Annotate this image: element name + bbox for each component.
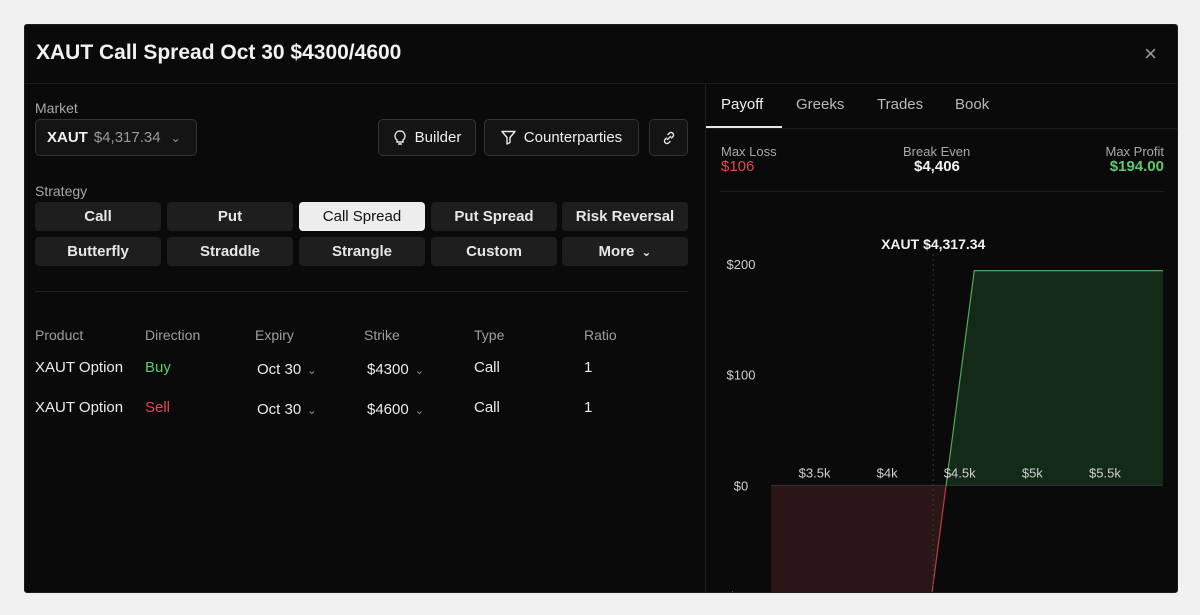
chevron-down-icon: ⌄ bbox=[307, 365, 317, 377]
header-direction: Direction bbox=[145, 327, 201, 343]
header-product: Product bbox=[35, 327, 84, 343]
strategy-put[interactable]: Put bbox=[167, 202, 293, 231]
copy-link-button[interactable] bbox=[649, 119, 688, 156]
filter-icon bbox=[501, 130, 516, 145]
strategy-call[interactable]: Call bbox=[35, 202, 161, 231]
market-label: Market bbox=[35, 100, 78, 116]
y-tick-label: -$100 bbox=[724, 589, 757, 592]
strategy-put-spread[interactable]: Put Spread bbox=[431, 202, 557, 231]
row2-expiry: Oct 30 bbox=[257, 401, 302, 418]
market-price: $4,317.34 bbox=[93, 129, 161, 146]
row1-expiry: Oct 30 bbox=[257, 361, 302, 378]
chevron-down-icon: ⌄ bbox=[414, 405, 424, 417]
row2-type: Call bbox=[474, 399, 500, 416]
row2-product: XAUT Option bbox=[35, 399, 124, 416]
builder-label: Builder bbox=[414, 129, 462, 146]
row1-product: XAUT Option bbox=[35, 359, 124, 376]
chevron-down-icon: ⌄ bbox=[170, 130, 181, 145]
header-expiry: Expiry bbox=[255, 327, 294, 343]
y-tick-label: $200 bbox=[727, 257, 756, 272]
divider bbox=[35, 291, 688, 292]
y-tick-label: $0 bbox=[734, 478, 748, 493]
row1-expiry-select[interactable]: Oct 30 ⌄ bbox=[257, 361, 316, 378]
counterparties-button[interactable]: Counterparties bbox=[484, 119, 639, 156]
row1-strike: $4300 bbox=[367, 361, 409, 378]
chevron-down-icon: ⌄ bbox=[414, 365, 424, 377]
row1-strike-select[interactable]: $4300 ⌄ bbox=[367, 361, 424, 378]
page-title: XAUT Call Spread Oct 30 $4300/4600 bbox=[36, 41, 402, 64]
close-icon[interactable]: × bbox=[1144, 41, 1157, 67]
x-tick-label: $5.5k bbox=[1089, 465, 1121, 480]
row2-strike: $4600 bbox=[367, 401, 409, 418]
row1-direction[interactable]: Buy bbox=[145, 359, 171, 376]
strategy-label: Strategy bbox=[35, 183, 88, 199]
market-select[interactable]: XAUT $4,317.34 ⌄ bbox=[35, 119, 197, 156]
x-tick-label: $5k bbox=[1022, 465, 1043, 480]
link-icon bbox=[663, 131, 674, 144]
loss-area bbox=[771, 485, 947, 592]
strategy-butterfly[interactable]: Butterfly bbox=[35, 237, 161, 266]
order-panel: Market XAUT $4,317.34 ⌄ Builder Counterp… bbox=[25, 84, 704, 592]
strategy-more[interactable]: More ⌄ bbox=[562, 237, 688, 266]
strategy-custom[interactable]: Custom bbox=[431, 237, 557, 266]
row2-strike-select[interactable]: $4600 ⌄ bbox=[367, 401, 424, 418]
option-builder-modal: XAUT Call Spread Oct 30 $4300/4600 × Mar… bbox=[24, 24, 1178, 593]
chevron-down-icon: ⌄ bbox=[307, 405, 317, 417]
profit-area bbox=[946, 270, 1163, 486]
lightbulb-icon bbox=[393, 129, 406, 145]
row1-ratio: 1 bbox=[584, 359, 593, 376]
chevron-down-icon: ⌄ bbox=[641, 244, 652, 259]
strategy-call-spread[interactable]: Call Spread bbox=[299, 202, 425, 231]
y-tick-label: $100 bbox=[727, 368, 756, 383]
x-tick-label: $3.5k bbox=[799, 465, 831, 480]
x-tick-label: $4k bbox=[877, 465, 898, 480]
payoff-chart: XAUT $4,317.34 $200 $100 $0 -$100 $3.5k $4k $4.… bbox=[724, 236, 1163, 592]
spot-marker-label: XAUT $4,317.34 bbox=[881, 236, 985, 252]
row2-expiry-select[interactable]: Oct 30 ⌄ bbox=[257, 401, 316, 418]
strategy-risk-reversal[interactable]: Risk Reversal bbox=[562, 202, 688, 231]
row1-type: Call bbox=[474, 359, 500, 376]
more-label: More bbox=[598, 243, 635, 260]
modal-header: XAUT Call Spread Oct 30 $4300/4600 × bbox=[25, 25, 1177, 84]
row2-direction[interactable]: Sell bbox=[145, 399, 170, 416]
header-ratio: Ratio bbox=[584, 327, 617, 343]
analysis-panel: Payoff Greeks Trades Book Max Loss $106 … bbox=[705, 84, 1177, 592]
strategy-straddle[interactable]: Straddle bbox=[167, 237, 293, 266]
counterparties-label: Counterparties bbox=[523, 129, 623, 146]
market-symbol: XAUT bbox=[47, 129, 88, 146]
header-strike: Strike bbox=[364, 327, 400, 343]
builder-button[interactable]: Builder bbox=[378, 119, 476, 156]
header-type: Type bbox=[474, 327, 505, 343]
strategy-strangle[interactable]: Strangle bbox=[299, 237, 425, 266]
row2-ratio: 1 bbox=[584, 399, 593, 416]
x-tick-label: $4.5k bbox=[944, 465, 976, 480]
